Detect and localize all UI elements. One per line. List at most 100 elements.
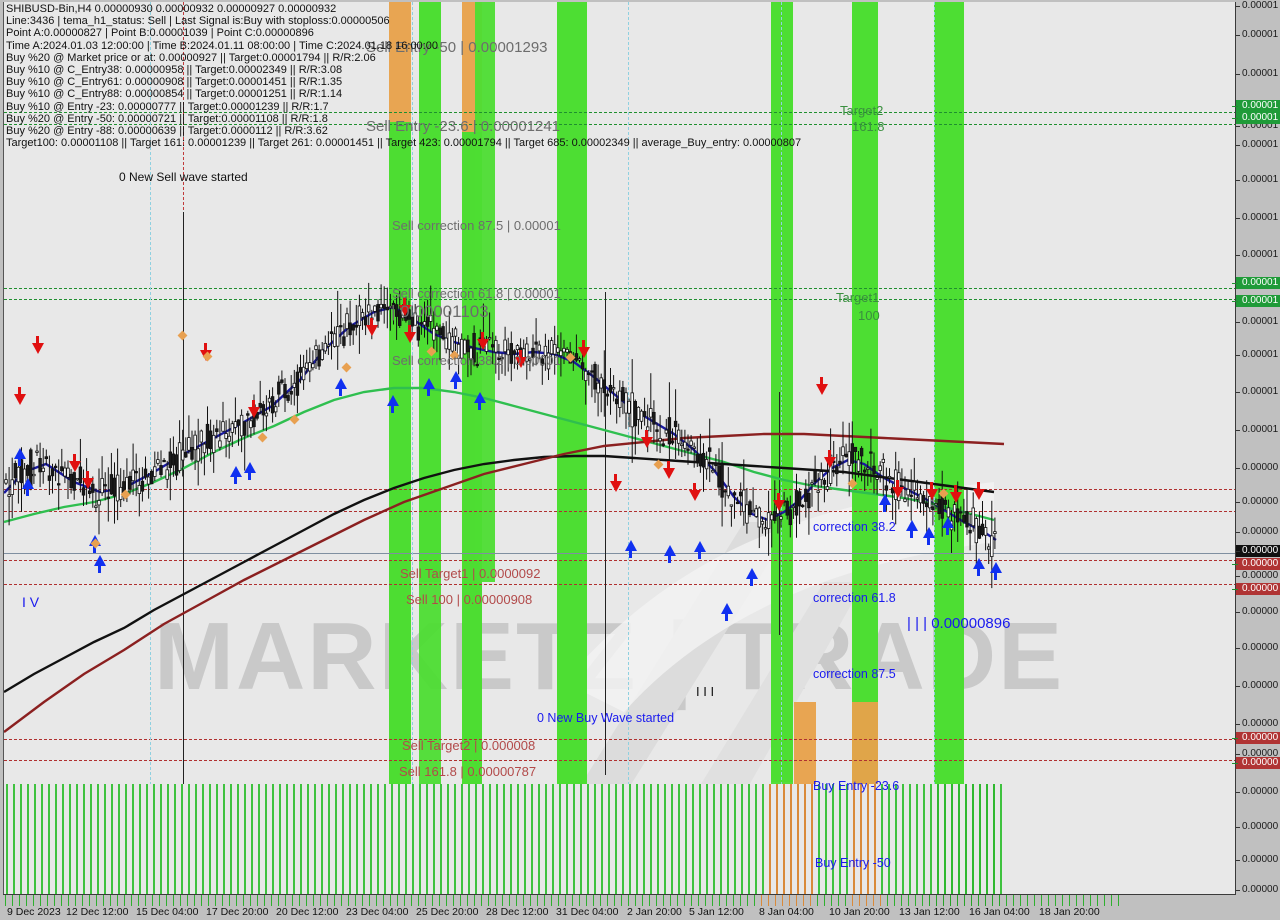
time-tick (551, 895, 552, 906)
volume-bar (202, 784, 204, 895)
time-tick (453, 895, 454, 906)
volume-bar (433, 784, 435, 895)
time-tick (922, 895, 923, 906)
time-tick (866, 895, 867, 906)
time-tick (257, 895, 258, 906)
volume-bar (97, 784, 99, 895)
volume-bar (671, 784, 673, 895)
time-tick (460, 895, 461, 906)
price-scale[interactable]: 0.00001 0.00001 0.00001 0.00001 0.00001 0.000… (1232, 0, 1280, 895)
time-tick (985, 895, 986, 906)
time-tick (82, 895, 83, 906)
time-tick (565, 895, 566, 906)
time-tick (180, 895, 181, 906)
volume-bar (244, 784, 246, 895)
volume-bar (874, 784, 876, 895)
time-tick (488, 895, 489, 906)
volume-bar (720, 784, 722, 895)
time-tick (5, 895, 6, 906)
time-tick (558, 895, 559, 906)
time-label-11: 8 Jan 04:00 (759, 906, 814, 918)
price-tick-18: 0.00000 (1236, 545, 1280, 557)
time-tick (278, 895, 279, 906)
time-tick (208, 895, 209, 906)
time-tick (684, 895, 685, 906)
volume-bar (531, 784, 533, 895)
volume-bar (888, 784, 890, 895)
time-tick (901, 895, 902, 906)
volume-bar (111, 784, 113, 895)
time-tick (544, 895, 545, 906)
volume-bar (237, 784, 239, 895)
volume-bar (713, 784, 715, 895)
price-tick-11: 0.00001 (1236, 316, 1280, 328)
volume-bar (937, 784, 939, 895)
time-tick (950, 895, 951, 906)
volume-bar (496, 784, 498, 895)
price-tick-29: 0.00000 (1236, 786, 1280, 798)
volume-bar (776, 784, 778, 895)
time-tick (439, 895, 440, 906)
volume-bar (461, 784, 463, 895)
time-tick (173, 895, 174, 906)
time-tick (831, 895, 832, 906)
price-tick-12: 0.00001 (1236, 349, 1280, 361)
volume-bar (342, 784, 344, 895)
volume-bar (405, 784, 407, 895)
volume-bar (447, 784, 449, 895)
volume-bar (510, 784, 512, 895)
volume-bar (993, 784, 995, 895)
volume-bar (321, 784, 323, 895)
time-tick (138, 895, 139, 906)
volume-bar (804, 784, 806, 895)
time-tick (992, 895, 993, 906)
volume-bar (580, 784, 582, 895)
time-tick (348, 895, 349, 906)
time-tick (1013, 895, 1014, 906)
time-tick (642, 895, 643, 906)
time-tick (103, 895, 104, 906)
volume-bar (286, 784, 288, 895)
volume-bar (167, 784, 169, 895)
time-tick (306, 895, 307, 906)
time-tick (313, 895, 314, 906)
time-label-4: 20 Dec 12:00 (276, 906, 339, 918)
volume-bar (412, 784, 414, 895)
price-tick-0: 0.00001 (1236, 0, 1280, 12)
time-tick (509, 895, 510, 906)
chart-plot-area[interactable]: MARKETZ | TRADE 0 New Sell wave started … (3, 2, 1237, 895)
time-tick (362, 895, 363, 906)
price-tick-target-1: 0.00001 (1232, 112, 1280, 124)
volume-bar (545, 784, 547, 895)
volume-bar (125, 784, 127, 895)
time-tick (1006, 895, 1007, 906)
volume-bar (356, 784, 358, 895)
volume-bar (566, 784, 568, 895)
volume-bar (930, 784, 932, 895)
time-tick (516, 895, 517, 906)
time-tick (474, 895, 475, 906)
time-scale[interactable]: 9 Dec 2023 12 Dec 12:00 15 Dec 04:00 17 Dec… (3, 894, 1236, 920)
time-tick (607, 895, 608, 906)
time-tick (929, 895, 930, 906)
time-tick (600, 895, 601, 906)
time-tick (397, 895, 398, 906)
volume-bar (706, 784, 708, 895)
time-tick (341, 895, 342, 906)
time-tick (1097, 895, 1098, 906)
price-tick-14: 0.00001 (1236, 424, 1280, 436)
time-label-6: 25 Dec 20:00 (416, 906, 479, 918)
time-tick (523, 895, 524, 906)
time-label-2: 15 Dec 04:00 (136, 906, 199, 918)
time-label-14: 16 Jan 04:00 (969, 906, 1030, 918)
time-tick (530, 895, 531, 906)
time-tick (1027, 895, 1028, 906)
time-tick (243, 895, 244, 906)
volume-bar (769, 784, 771, 895)
volume-bar (587, 784, 589, 895)
time-tick (222, 895, 223, 906)
volume-bar (370, 784, 372, 895)
time-tick (789, 895, 790, 906)
volume-bar (188, 784, 190, 895)
volume-bar (209, 784, 211, 895)
